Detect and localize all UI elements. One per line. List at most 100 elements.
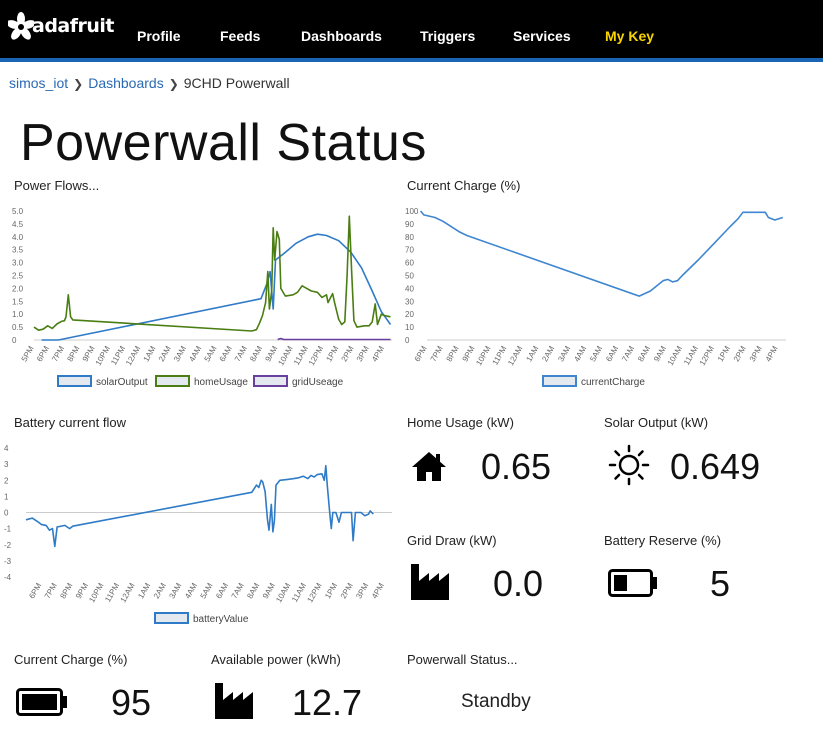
legend-label: solarOutput [96, 377, 148, 388]
x-tick-label: 8AM [245, 581, 261, 600]
legend-swatch[interactable] [155, 375, 190, 387]
y-tick-label: 60 [405, 259, 414, 268]
factory-icon [215, 683, 253, 719]
series-line-gridUseage [277, 337, 391, 341]
x-tick-label: 6PM [27, 581, 43, 600]
x-tick-label: 10PM [94, 344, 112, 367]
chevron-right-icon: ❯ [168, 77, 179, 91]
x-tick-label: 3AM [556, 344, 572, 363]
x-tick-label: 10PM [474, 344, 492, 367]
y-tick-label: 0.5 [12, 323, 24, 332]
x-tick-label: 10AM [274, 581, 292, 604]
available-power-value: 12.7 [292, 682, 363, 723]
x-tick-label: 5AM [199, 581, 215, 600]
x-tick-label: 12PM [305, 581, 323, 604]
y-tick-label: 70 [405, 246, 414, 255]
x-tick-label: 7PM [43, 581, 59, 600]
current-charge-title: Current Charge (%) [14, 652, 128, 667]
x-tick-label: 1AM [524, 344, 540, 363]
nav-my-key[interactable]: My Key [605, 28, 654, 44]
x-tick-label: 4AM [187, 344, 203, 363]
legend-label: homeUsage [194, 377, 248, 388]
x-tick-label: 10AM [666, 344, 684, 367]
y-tick-label: 90 [405, 220, 414, 229]
adafruit-flower-icon [8, 12, 34, 40]
factory-icon [411, 564, 449, 600]
available-power-title: Available power (kWh) [211, 652, 341, 667]
sun-icon [608, 444, 650, 486]
y-tick-label: 100 [405, 207, 419, 216]
battery-full-icon [16, 688, 67, 716]
x-tick-label: 8PM [65, 344, 81, 363]
breadcrumb-dashboards-link[interactable]: Dashboards [88, 75, 164, 91]
y-tick-label: 3.0 [12, 259, 24, 268]
x-tick-label: 3PM [355, 344, 371, 363]
grid-draw-value: 0.0 [493, 563, 544, 604]
x-tick-label: 7PM [429, 344, 445, 363]
nav-services[interactable]: Services [513, 28, 571, 44]
x-tick-label: 7AM [230, 581, 246, 600]
series-line-batteryValue [25, 464, 374, 548]
x-tick-label: 8PM [58, 581, 74, 600]
grid-draw-title: Grid Draw (kW) [407, 533, 497, 548]
legend-swatch[interactable] [57, 375, 92, 387]
legend-label: batteryValue [193, 614, 249, 625]
x-tick-label: 9AM [652, 344, 668, 363]
breadcrumb: simos_iot ❯ Dashboards ❯ 9CHD Powerwall [9, 75, 290, 91]
x-tick-label: 2PM [732, 344, 748, 363]
nav-dashboards[interactable]: Dashboards [301, 28, 382, 44]
y-tick-label: 0 [4, 509, 9, 518]
legend-swatch[interactable] [154, 612, 189, 624]
x-tick-label: 3PM [354, 581, 370, 600]
nav-triggers[interactable]: Triggers [420, 28, 475, 44]
y-tick-label: 2 [4, 476, 9, 485]
adafruit-logo[interactable]: adafruit [8, 12, 115, 40]
y-tick-label: -2 [4, 541, 12, 550]
x-tick-label: 1AM [136, 581, 152, 600]
x-tick-label: 1AM [142, 344, 158, 363]
x-tick-label: 1PM [323, 581, 339, 600]
power-flows-chart: 0 0.5 1.0 1.5 2.0 2.5 3.0 3.5 4.0 4.5 5.0 5PM 6PM 7PM… [12, 207, 392, 388]
x-tick-label: 7AM [233, 344, 249, 363]
x-tick-label: 8PM [445, 344, 461, 363]
x-tick-label: 2AM [157, 344, 173, 363]
battery-flow-title: Battery current flow [14, 415, 126, 430]
y-tick-label: 50 [405, 272, 414, 281]
legend-swatch[interactable] [542, 375, 577, 387]
y-tick-label: 3 [4, 460, 9, 469]
y-tick-label: -3 [4, 557, 12, 566]
powerwall-status-value: Standby [461, 691, 531, 712]
y-tick-label: -1 [4, 525, 12, 534]
x-tick-label: 8AM [636, 344, 652, 363]
x-tick-label: 12PM [698, 344, 716, 367]
legend-swatch[interactable] [253, 375, 288, 387]
battery-flow-chart: -4-3-2-1012346PM 7PM 8PM 9PM10PM11PM12AM 1AM… [4, 444, 392, 625]
x-tick-label: 1PM [716, 344, 732, 363]
x-tick-label: 6PM [35, 344, 51, 363]
x-tick-label: 2AM [152, 581, 168, 600]
x-tick-label: 3PM [748, 344, 764, 363]
nav-profile[interactable]: Profile [137, 28, 181, 44]
y-tick-label: 4 [4, 444, 9, 453]
navbar-accent-stripe [0, 58, 823, 62]
y-tick-label: 2.5 [12, 272, 24, 281]
x-tick-label: 6AM [218, 344, 234, 363]
powerwall-status-title: Powerwall Status... [407, 652, 518, 667]
breadcrumb-user-link[interactable]: simos_iot [9, 75, 68, 91]
battery-low-icon [608, 569, 657, 597]
x-tick-label: 6PM [413, 344, 429, 363]
x-tick-label: 5AM [588, 344, 604, 363]
nav-feeds[interactable]: Feeds [220, 28, 260, 44]
y-tick-label: 0 [12, 336, 17, 345]
series-line-currentCharge [419, 210, 784, 297]
current-charge-value: 95 [111, 682, 152, 723]
solar-output-value: 0.649 [670, 446, 761, 487]
x-tick-label: 2PM [339, 581, 355, 600]
y-tick-label: -4 [4, 573, 12, 582]
breadcrumb-current: 9CHD Powerwall [183, 75, 290, 91]
logo-text: adafruit [32, 15, 115, 37]
series-line-solarOutput [41, 233, 392, 341]
y-tick-label: 40 [405, 284, 414, 293]
current-charge-chart: 01020304050607080901006PM 7PM 8PM 9PM10PM11… [405, 207, 786, 388]
x-tick-label: 7AM [620, 344, 636, 363]
